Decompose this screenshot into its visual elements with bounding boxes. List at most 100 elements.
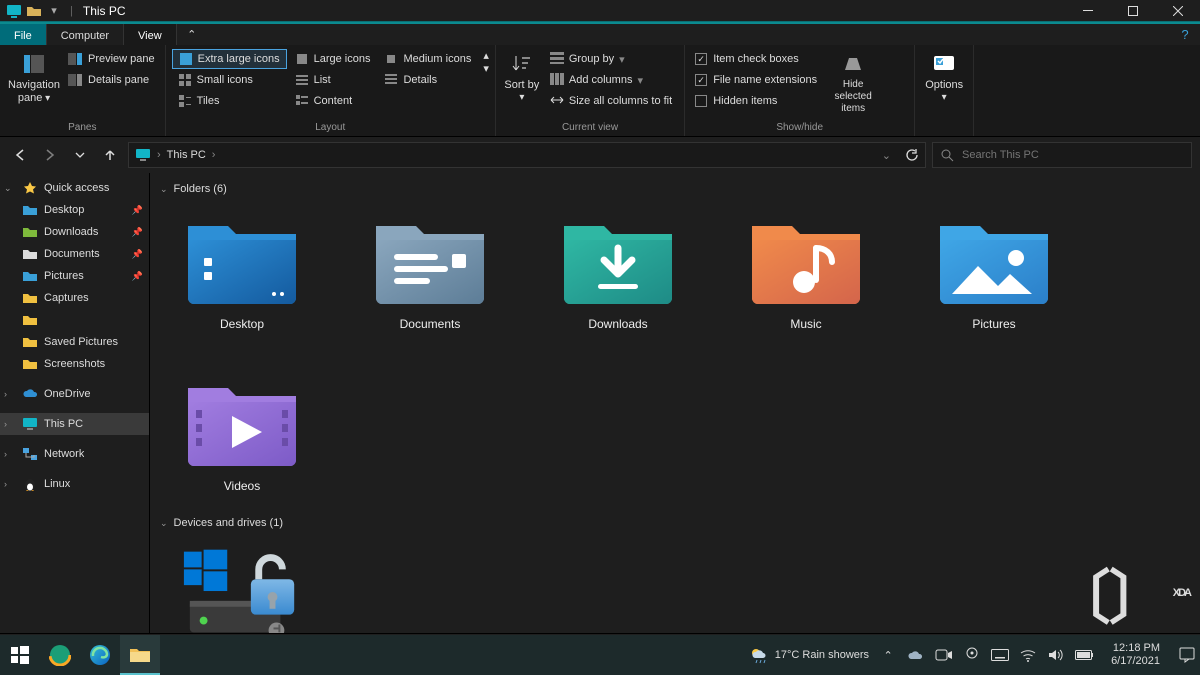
folder-pictures[interactable]: Pictures [924,209,1064,331]
nav-this-pc[interactable]: ›This PC [0,413,149,435]
tray-location-icon[interactable] [963,646,981,664]
pin-icon: 📌 [132,271,143,282]
navigation-pane-button[interactable]: Navigation pane ▾ [6,49,62,108]
folder-icon [178,209,306,309]
help-button[interactable]: ? [1170,24,1200,45]
forward-button[interactable] [38,143,62,167]
sort-by-button[interactable]: Sort by ▾ [502,49,542,107]
folder-small-icon [22,268,38,284]
details-pane-button[interactable]: Details pane [64,70,159,90]
group-by-button[interactable]: Group by ▾ [544,49,678,69]
nav-quick-7[interactable]: Screenshots [0,353,149,375]
tray-onedrive-icon[interactable] [907,646,925,664]
nav-quick-2[interactable]: Documents 📌 [0,243,149,265]
tray-notifications-icon[interactable] [1178,646,1196,664]
tab-view[interactable]: View [124,24,177,45]
breadcrumb-this-pc[interactable]: This PC [167,149,206,161]
nav-quick-6[interactable]: Saved Pictures [0,331,149,353]
tray-wifi-icon[interactable] [1019,646,1037,664]
layout-scroll-down[interactable]: ▾ [483,62,489,75]
layout-tiles[interactable]: Tiles [172,91,287,111]
tray-clock[interactable]: 12:18 PM 6/17/2021 [1103,642,1168,668]
address-bar[interactable]: › This PC › ⌄ [128,142,926,168]
drive-icon [178,543,306,633]
close-button[interactable] [1155,0,1200,22]
nav-network[interactable]: ›Network [0,443,149,465]
hidden-items-toggle[interactable]: Hidden items [691,91,821,111]
add-columns-button[interactable]: Add columns ▾ [544,70,678,90]
layout-large-icons[interactable]: Large icons [289,49,377,69]
nav-linux[interactable]: ›Linux [0,473,149,495]
tray-overflow-button[interactable]: ⌃ [879,646,897,664]
layout-content[interactable]: Content [289,91,377,111]
taskbar-file-explorer[interactable] [120,635,160,675]
layout-small-icons[interactable]: Small icons [172,70,287,90]
nav-quick-5[interactable] [0,309,149,331]
taskbar-weather[interactable]: 17°C Rain showers [749,646,879,664]
nav-quick-3[interactable]: Pictures 📌 [0,265,149,287]
taskbar-edge[interactable] [80,635,120,675]
navigation-pane-icon [22,52,46,76]
folder-downloads[interactable]: Downloads [548,209,688,331]
folder-documents[interactable]: Documents [360,209,500,331]
layout-details[interactable]: Details [378,70,477,90]
app-monitor-icon [6,3,22,19]
file-extensions-toggle[interactable]: ✓File name extensions [691,70,821,90]
maximize-button[interactable] [1110,0,1155,22]
ribbon-group-options: Options▾ [915,45,974,136]
folder-small-icon [22,202,38,218]
taskbar-edge-canary[interactable] [40,635,80,675]
monitor-icon [22,416,38,432]
nav-onedrive[interactable]: ›OneDrive [0,383,149,405]
navigation-row: › This PC › ⌄ [0,137,1200,173]
folder-desktop[interactable]: Desktop [172,209,312,331]
nav-quick-1[interactable]: Downloads 📌 [0,221,149,243]
nav-quick-access[interactable]: ⌄ Quick access [0,177,149,199]
layout-medium-icons[interactable]: Medium icons [378,49,477,69]
weather-icon [749,646,769,664]
refresh-button[interactable] [897,148,919,162]
minimize-button[interactable] [1065,0,1110,22]
tab-computer[interactable]: Computer [47,24,124,45]
preview-pane-button[interactable]: Preview pane [64,49,159,69]
group-drives-header[interactable]: ⌄Devices and drives (1) [160,513,1190,533]
drive-c[interactable]: TIS0031300A (C:) [172,543,312,633]
folder-icon [178,371,306,471]
layout-extra-large-icons[interactable]: Extra large icons [172,49,287,69]
group-folders-header[interactable]: ⌄Folders (6) [160,179,1190,199]
folder-small-icon [22,334,38,350]
folder-videos[interactable]: Videos [172,371,312,493]
group-by-icon [550,52,564,66]
size-columns-button[interactable]: Size all columns to fit [544,91,678,111]
qat-dropdown-icon[interactable]: ▾ [46,3,62,19]
search-input[interactable] [962,149,1183,161]
folder-icon [930,209,1058,309]
navigation-pane: ⌄ Quick access Desktop 📌 Downloads 📌 Doc… [0,173,150,633]
layout-list[interactable]: List [289,70,377,90]
minimize-ribbon-button[interactable]: ⌃ [177,24,207,45]
hide-selected-button[interactable]: Hide selected items [823,49,883,118]
nav-quick-4[interactable]: Captures [0,287,149,309]
search-icon [941,149,954,162]
network-icon [22,446,38,462]
nav-quick-0[interactable]: Desktop 📌 [0,199,149,221]
options-button[interactable]: Options▾ [921,49,967,107]
window-title: This PC [77,4,126,18]
star-icon [22,180,38,196]
tab-file[interactable]: File [0,24,47,45]
address-history-button[interactable]: ⌄ [882,149,891,162]
tray-keyboard-icon[interactable] [991,646,1009,664]
back-button[interactable] [8,143,32,167]
folder-music[interactable]: Music [736,209,876,331]
up-button[interactable] [98,143,122,167]
search-box[interactable] [932,142,1192,168]
sort-icon [510,52,534,76]
folder-qat-icon[interactable] [26,3,42,19]
start-button[interactable] [0,635,40,675]
tray-volume-icon[interactable] [1047,646,1065,664]
recent-locations-button[interactable] [68,143,92,167]
tray-meet-now-icon[interactable] [935,646,953,664]
tray-battery-icon[interactable] [1075,646,1093,664]
layout-scroll-up[interactable]: ▴ [483,49,489,62]
item-checkboxes-toggle[interactable]: ✓Item check boxes [691,49,821,69]
